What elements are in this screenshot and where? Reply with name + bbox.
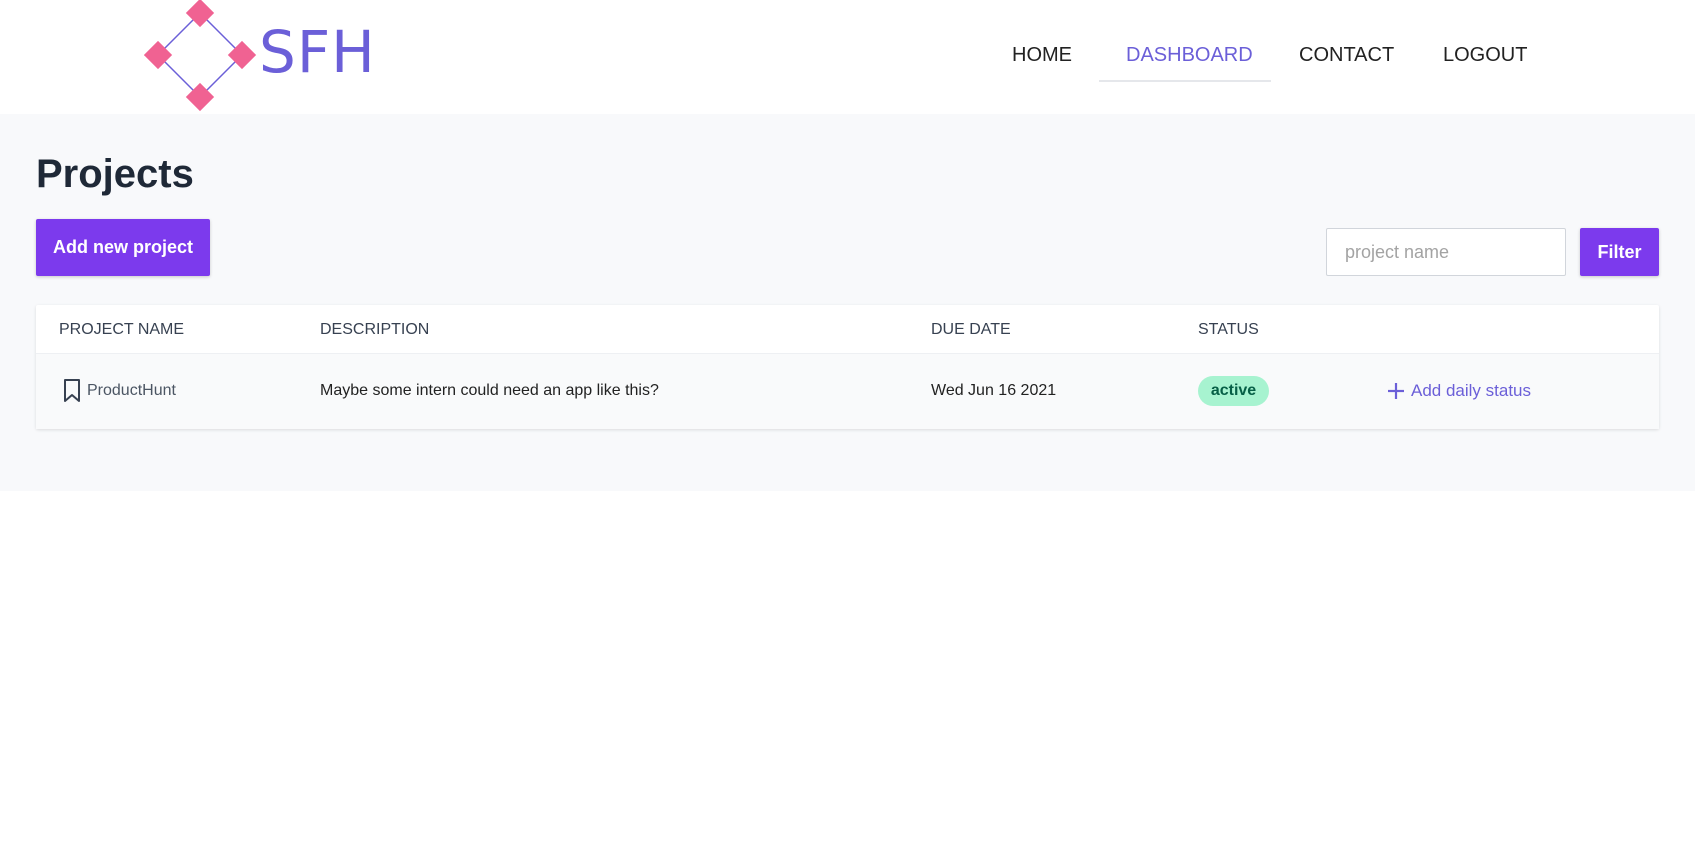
project-name-cell[interactable]: ProductHunt (87, 382, 176, 400)
due-date-cell: Wed Jun 16 2021 (931, 382, 1057, 399)
table-row[interactable]: ProductHunt Maybe some intern could need… (36, 354, 1659, 429)
nav-dashboard[interactable]: DASHBOARD (1126, 44, 1253, 67)
main-content: Projects Add new project Filter PROJECT … (0, 114, 1695, 491)
active-nav-indicator (1099, 80, 1271, 82)
project-name-search-input[interactable] (1326, 228, 1566, 276)
add-new-project-button[interactable]: Add new project (36, 219, 210, 276)
main-nav: HOME DASHBOARD CONTACT LOGOUT (0, 0, 1695, 114)
nav-contact[interactable]: CONTACT (1299, 44, 1394, 67)
column-header-description: DESCRIPTION (320, 321, 430, 338)
nav-logout[interactable]: LOGOUT (1443, 44, 1527, 67)
nav-home[interactable]: HOME (1012, 44, 1072, 67)
page-title: Projects (36, 152, 194, 196)
table-header: PROJECT NAME DESCRIPTION DUE DATE STATUS (36, 305, 1659, 354)
projects-table: PROJECT NAME DESCRIPTION DUE DATE STATUS… (36, 305, 1659, 429)
plus-icon (1388, 383, 1404, 399)
column-header-project-name: PROJECT NAME (59, 321, 185, 338)
site-header: SFH HOME DASHBOARD CONTACT LOGOUT (0, 0, 1695, 114)
status-badge: active (1198, 376, 1269, 406)
column-header-status: STATUS (1198, 321, 1259, 338)
column-header-due-date: DUE DATE (931, 321, 1011, 338)
project-description-cell: Maybe some intern could need an app like… (320, 382, 659, 399)
filter-button[interactable]: Filter (1580, 228, 1659, 276)
bookmark-icon[interactable] (62, 378, 82, 404)
add-daily-status-label: Add daily status (1411, 381, 1532, 400)
add-daily-status-link[interactable]: Add daily status (1387, 376, 1531, 406)
